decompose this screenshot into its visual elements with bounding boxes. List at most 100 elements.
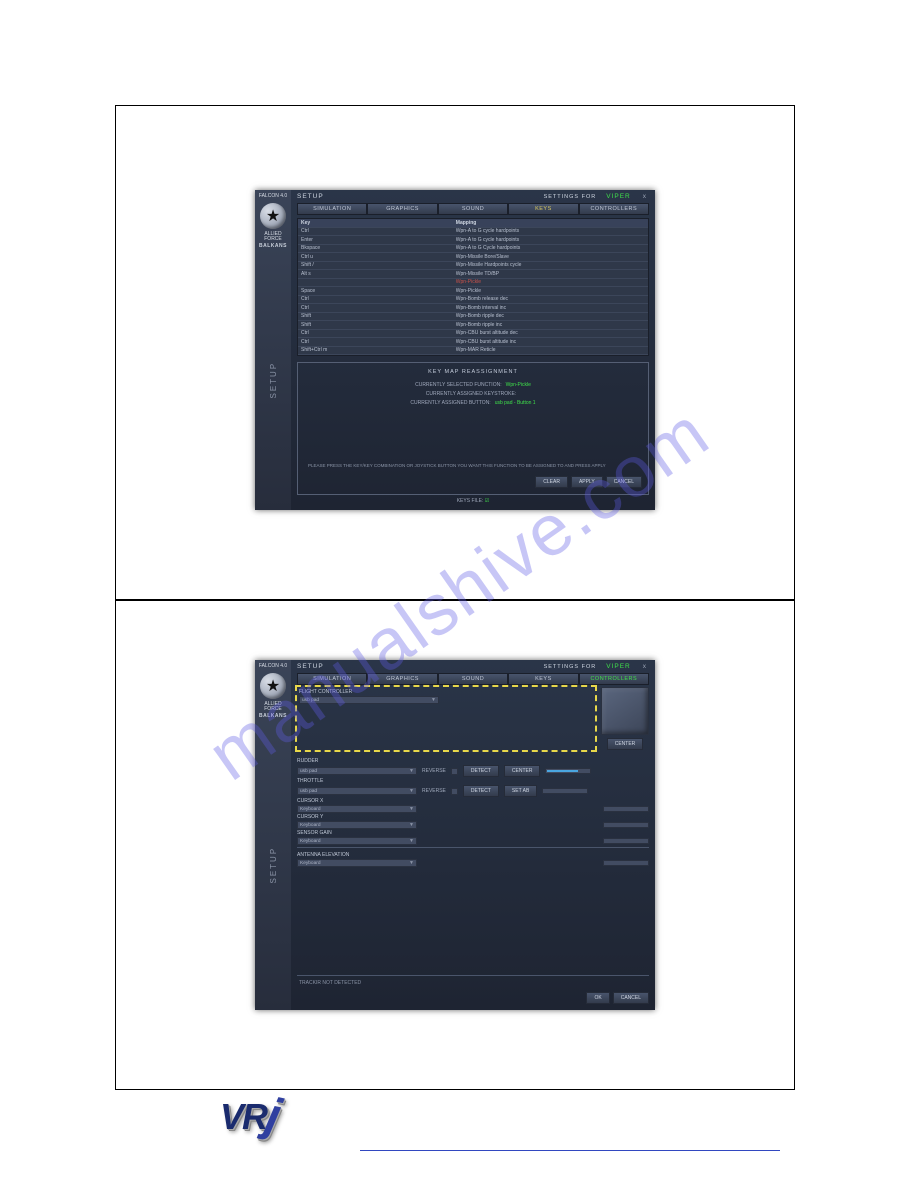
- star-icon: ★: [260, 673, 286, 699]
- col-mapping: Mapping: [456, 220, 645, 227]
- table-row[interactable]: CtrlWpn-CBU burst altitude dec: [298, 330, 648, 339]
- chevron-down-icon: ▼: [409, 788, 414, 794]
- table-row[interactable]: Ctrl uWpn-Missile Bore/Slave: [298, 253, 648, 262]
- keystroke-label: Currently assigned keystroke:: [426, 391, 516, 397]
- key-mapping-table[interactable]: Key Mapping Ctrl Wpn-A to G cycle hardpo…: [297, 218, 649, 356]
- table-row[interactable]: SpaceWpn-Pickle: [298, 287, 648, 296]
- sidebar: FALCON 4.0 ★ ALLIED FORCE BALKANS SETUP: [255, 660, 291, 1010]
- callsign[interactable]: VIPER: [606, 663, 631, 670]
- center-button[interactable]: Center: [607, 738, 644, 750]
- table-header: Key Mapping: [298, 219, 648, 228]
- vri-logo: VRj: [220, 1092, 277, 1147]
- cancel-button[interactable]: Cancel: [606, 476, 642, 488]
- callsign[interactable]: VIPER: [606, 193, 631, 200]
- chevron-down-icon: ▼: [409, 838, 414, 844]
- cursor-y-label: Cursor Y: [297, 814, 649, 820]
- table-row[interactable]: EnterWpn-A to G cycle hardpoints: [298, 236, 648, 245]
- tab-sound[interactable]: Sound: [438, 203, 508, 215]
- throttle-detect-button[interactable]: Detect: [463, 785, 499, 797]
- panel-buttons: Clear Apply Cancel: [304, 476, 642, 488]
- settings-for-label: SETTINGS FOR: [544, 194, 597, 200]
- setup-title: SETUP: [297, 193, 324, 200]
- tab-simulation[interactable]: Simulation: [297, 203, 367, 215]
- setup-title: SETUP: [297, 663, 324, 670]
- axis-controls: Rudder usb pad▼ Reverse Detect Center Th…: [297, 750, 649, 975]
- cursor-x-label: Cursor X: [297, 798, 649, 804]
- table-row[interactable]: Shift /Wpn-Missile Hardpoints cycle: [298, 262, 648, 271]
- sensor-gain-label: Sensor Gain: [297, 830, 649, 836]
- panel-title: Key Map Reassignment: [304, 369, 642, 375]
- antenna-indicator: [603, 860, 649, 866]
- side-label: SETUP: [269, 249, 278, 511]
- reverse-label: Reverse: [422, 768, 446, 774]
- table-row[interactable]: BkspaceWpn-A to G Cycle hardpoints: [298, 245, 648, 254]
- rudder-indicator: [545, 768, 591, 774]
- game-subtitle: ALLIED FORCE: [255, 702, 291, 713]
- ok-button[interactable]: Ok: [586, 992, 609, 1004]
- table-row[interactable]: ShiftWpn-Bomb ripple dec: [298, 313, 648, 322]
- footer-link-underline: [600, 1150, 780, 1152]
- reverse-label: Reverse: [422, 788, 446, 794]
- cursor-y-dropdown[interactable]: Keyboard▼: [297, 821, 417, 829]
- chevron-down-icon: ▼: [409, 822, 414, 828]
- game-title: FALCON 4.0: [259, 194, 287, 200]
- table-row[interactable]: Alt sWpn-Missile TD/BP: [298, 270, 648, 279]
- table-row[interactable]: CtrlWpn-Bomb release dec: [298, 296, 648, 305]
- setup-window-controllers: FALCON 4.0 ★ ALLIED FORCE BALKANS SETUP …: [255, 660, 655, 1010]
- tab-controllers[interactable]: Controllers: [579, 673, 649, 685]
- rudder-reverse-checkbox[interactable]: [451, 768, 458, 775]
- tab-keys[interactable]: Keys: [508, 203, 578, 215]
- title-bar: SETUP SETTINGS FOR VIPER x: [297, 193, 649, 200]
- tab-sound[interactable]: Sound: [438, 673, 508, 685]
- throttle-dropdown[interactable]: usb pad▼: [297, 787, 417, 795]
- col-key: Key: [301, 220, 456, 227]
- throttle-indicator: [542, 788, 588, 794]
- title-bar: SETUP SETTINGS FOR VIPER x: [297, 663, 649, 670]
- close-icon[interactable]: x: [641, 193, 649, 200]
- antenna-label: Antenna Elevation: [297, 852, 649, 858]
- tab-keys[interactable]: Keys: [508, 673, 578, 685]
- setup-window-keys: FALCON 4.0 ★ ALLIED FORCE BALKANS SETUP …: [255, 190, 655, 510]
- apply-button[interactable]: Apply: [571, 476, 603, 488]
- table-row[interactable]: CtrlWpn-Bomb interval inc: [298, 304, 648, 313]
- func-value: Wpn-Pickle: [506, 382, 531, 388]
- cancel-button[interactable]: Cancel: [613, 992, 649, 1004]
- close-icon[interactable]: x: [641, 663, 649, 670]
- tab-controllers[interactable]: Controllers: [579, 203, 649, 215]
- chevron-down-icon: ▼: [409, 860, 414, 866]
- clear-button[interactable]: Clear: [535, 476, 568, 488]
- throttle-label: Throttle: [297, 778, 649, 784]
- table-row[interactable]: Shift+Ctrl mWpn-MAR Reticle: [298, 347, 648, 356]
- chevron-down-icon: ▼: [409, 768, 414, 774]
- sensor-gain-indicator: [603, 838, 649, 844]
- throttle-reverse-checkbox[interactable]: [451, 788, 458, 795]
- reassignment-panel: Key Map Reassignment Currently selected …: [297, 362, 649, 495]
- rudder-detect-button[interactable]: Detect: [463, 765, 499, 777]
- tab-simulation[interactable]: Simulation: [297, 673, 367, 685]
- table-row[interactable]: CtrlWpn-CBU burst altitude inc: [298, 338, 648, 347]
- func-label: Currently selected function:: [415, 382, 502, 388]
- sensor-gain-dropdown[interactable]: Keyboard▼: [297, 837, 417, 845]
- game-title: FALCON 4.0: [259, 664, 287, 670]
- keys-file-label: Keys file: ☑: [297, 498, 649, 504]
- page-frame-controllers: FALCON 4.0 ★ ALLIED FORCE BALKANS SETUP …: [115, 600, 795, 1090]
- table-row[interactable]: Ctrl Wpn-A to G cycle hardpoints: [298, 228, 648, 237]
- cursor-x-dropdown[interactable]: Keyboard▼: [297, 805, 417, 813]
- flight-controller-selector: Flight Controller usb pad▼: [297, 687, 595, 750]
- antenna-dropdown[interactable]: Keyboard▼: [297, 859, 417, 867]
- theater-label: BALKANS: [259, 243, 287, 249]
- side-label: SETUP: [269, 719, 278, 1011]
- rudder-dropdown[interactable]: usb pad▼: [297, 767, 417, 775]
- page-frame-keys: FALCON 4.0 ★ ALLIED FORCE BALKANS SETUP …: [115, 105, 795, 600]
- chevron-down-icon: ▼: [431, 697, 436, 703]
- tab-bar: Simulation Graphics Sound Keys Controlle…: [297, 203, 649, 215]
- tab-graphics[interactable]: Graphics: [367, 673, 437, 685]
- divider: [297, 847, 649, 848]
- rudder-center-button[interactable]: Center: [504, 765, 541, 777]
- tab-graphics[interactable]: Graphics: [367, 203, 437, 215]
- set-ab-button[interactable]: Set AB: [504, 785, 537, 797]
- table-row[interactable]: Wpn-Pickle: [298, 279, 648, 288]
- star-icon: ★: [260, 203, 286, 229]
- table-row[interactable]: ShiftWpn-Bomb ripple inc: [298, 321, 648, 330]
- flight-controller-dropdown[interactable]: usb pad▼: [299, 696, 439, 704]
